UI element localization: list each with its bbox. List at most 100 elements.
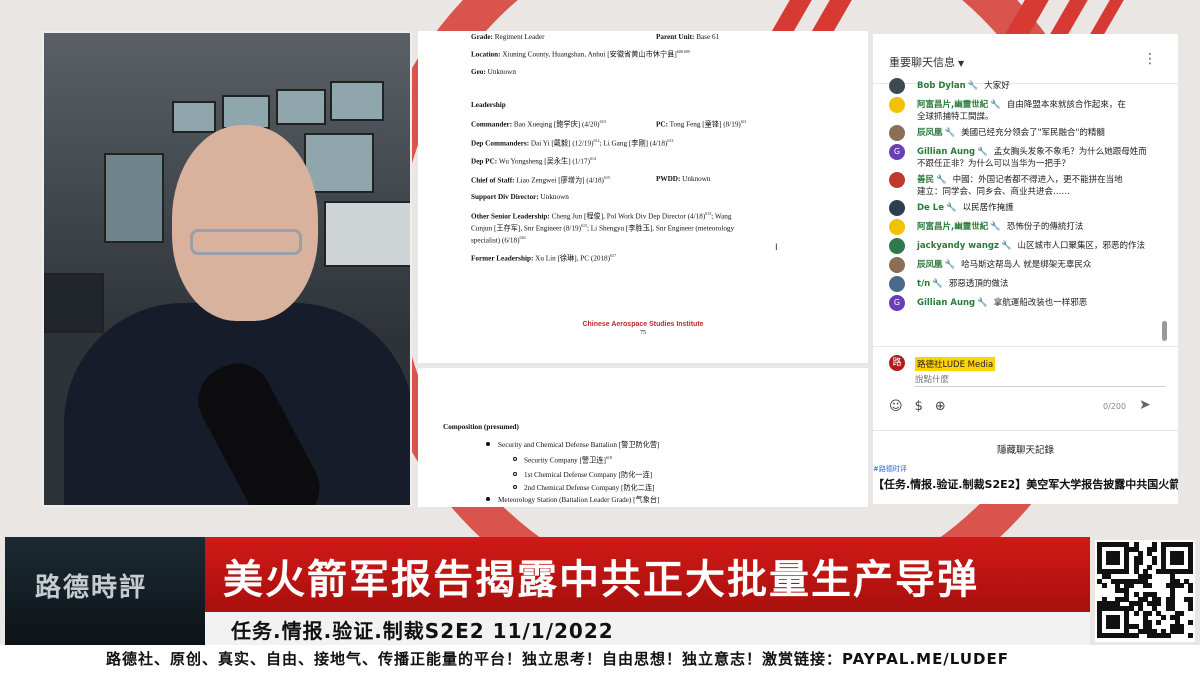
qr-module bbox=[1165, 633, 1171, 639]
doc-composition-item: Security Company [警卫连]618 bbox=[524, 455, 612, 465]
headline-text: 美火箭军报告揭露中共正大批量生产导弹 bbox=[223, 557, 979, 603]
more-options-icon[interactable]: ⋮ bbox=[1143, 51, 1157, 67]
chat-scrollbar[interactable] bbox=[1162, 321, 1167, 341]
chat-author-name[interactable]: 善民 bbox=[917, 174, 934, 186]
qr-module bbox=[1138, 560, 1144, 566]
chat-message-text: 孟女胸头发象不象毛？为什么她跟母姓而 bbox=[993, 147, 1147, 157]
monitor bbox=[324, 201, 410, 267]
ticker-text: 路德社、原创、真实、自由、接地气、传播正能量的平台！独立思考！自由思想！独立意志… bbox=[106, 650, 1009, 668]
doc-pwdd: PWDD: Unknown bbox=[656, 175, 711, 183]
send-icon[interactable]: ➤ bbox=[1139, 397, 1151, 413]
doc-other-senior-2: Cunjun [王存军], Snr Engineer (8/19)615; Li… bbox=[471, 223, 735, 233]
bullet-icon bbox=[486, 497, 490, 501]
super-chat-icon[interactable]: $ bbox=[915, 399, 923, 414]
hide-chat-button[interactable]: 隱藏聊天記錄 bbox=[873, 430, 1178, 470]
chat-author-name[interactable]: Bob Dylan bbox=[917, 80, 966, 92]
chat-message-text: 拿航運船改装也一样邪恶 bbox=[993, 298, 1088, 308]
avatar: 路 bbox=[889, 355, 905, 371]
qr-module bbox=[1179, 628, 1185, 634]
host-head bbox=[172, 125, 318, 321]
chat-author-name[interactable]: 阿富昌片,幽靈世紀 bbox=[917, 99, 988, 111]
moderator-wrench-icon: 🔧 bbox=[936, 175, 947, 185]
monitor bbox=[172, 101, 216, 133]
chat-message-text: 建立：同学会、同乡会、商业共进会…… bbox=[917, 187, 1071, 197]
avatar[interactable] bbox=[889, 200, 905, 216]
qr-module bbox=[1151, 560, 1157, 566]
document-page: Grade: Regiment Leader Parent Unit: Base… bbox=[418, 31, 868, 363]
qr-module bbox=[1179, 560, 1185, 566]
chat-message-text: 大家好 bbox=[984, 81, 1010, 91]
qr-module bbox=[1188, 606, 1194, 611]
doc-pc: PC: Tong Feng [童锋] (8/19)611 bbox=[656, 119, 747, 129]
chat-author-name[interactable]: 辰凤凰 bbox=[917, 259, 943, 271]
doc-commander: Commander: Bao Xueqing [鲍学庆] (4/20)610 bbox=[471, 119, 606, 129]
chat-author-name[interactable]: Gillian Aung bbox=[917, 297, 975, 309]
monitor bbox=[276, 89, 326, 125]
chat-message-text: 美國已经充分领会了"军民融合"的精髓 bbox=[961, 128, 1105, 138]
emoji-icon[interactable]: ☺ bbox=[889, 399, 903, 414]
background-band bbox=[1050, 0, 1088, 34]
bullet-icon bbox=[513, 457, 517, 461]
episode-title: 任务.情报.验证.制裁S2E2 11/1/2022 bbox=[231, 619, 614, 643]
avatar[interactable] bbox=[889, 97, 905, 113]
doc-other-senior-3: specialist) (6/18)616 bbox=[471, 235, 526, 245]
chat-author-name[interactable]: 辰凤凰 bbox=[917, 127, 943, 139]
doc-grade: Grade: Regiment Leader bbox=[471, 33, 545, 41]
moderator-wrench-icon: 🔧 bbox=[967, 81, 979, 91]
chat-message-text: 山区城市人口聚集区，邪恶的作法 bbox=[1017, 241, 1146, 251]
monitor bbox=[222, 95, 270, 129]
compose-author-name: 路德社LUDE Media bbox=[915, 357, 996, 371]
qr-module bbox=[1147, 564, 1153, 570]
doc-composition-item: 2nd Chemical Defense Company [防化二连] bbox=[524, 484, 655, 492]
compose-toolbar: ☺ $ ⊕ bbox=[889, 399, 958, 414]
avatar[interactable]: G bbox=[889, 144, 905, 160]
doc-location: Location: Xiuning County, Huangshan, Anh… bbox=[471, 49, 690, 59]
doc-composition-item: Security and Chemical Defense Battalion … bbox=[498, 441, 660, 449]
avatar[interactable]: G bbox=[889, 295, 905, 311]
chat-message-text: 全球抓捕特工間諜。 bbox=[917, 112, 994, 122]
doc-page-number: 75 bbox=[640, 330, 646, 336]
moderator-wrench-icon: 🔧 bbox=[990, 222, 1001, 232]
moderator-wrench-icon: 🔧 bbox=[945, 203, 957, 213]
avatar[interactable] bbox=[889, 172, 905, 188]
chat-author-name[interactable]: Gillian Aung bbox=[917, 146, 975, 158]
hashtag[interactable]: #路德时评 bbox=[873, 464, 907, 474]
chat-author-name[interactable]: 阿富昌片,幽靈世紀 bbox=[917, 221, 988, 233]
doc-composition-item: Meteorology Station (Battalion Leader Gr… bbox=[498, 496, 660, 504]
qr-module bbox=[1101, 583, 1107, 589]
add-icon[interactable]: ⊕ bbox=[935, 399, 946, 414]
moderator-wrench-icon: 🔧 bbox=[977, 298, 988, 308]
qr-module bbox=[1188, 587, 1194, 593]
avatar[interactable] bbox=[889, 276, 905, 292]
avatar[interactable] bbox=[889, 238, 905, 254]
headline-bar: 美火箭军报告揭露中共正大批量生产导弹 bbox=[205, 537, 1090, 612]
chat-message-input[interactable] bbox=[915, 373, 1165, 387]
episode-bar: 任务.情报.验证.制裁S2E2 11/1/2022 bbox=[205, 612, 1090, 645]
avatar[interactable] bbox=[889, 78, 905, 94]
avatar[interactable] bbox=[889, 125, 905, 141]
qr-module bbox=[1147, 574, 1153, 579]
chat-author-name[interactable]: De Le bbox=[917, 202, 944, 214]
avatar[interactable] bbox=[889, 219, 905, 235]
qr-module bbox=[1179, 610, 1185, 616]
moderator-wrench-icon: 🔧 bbox=[977, 147, 988, 157]
qr-module bbox=[1179, 583, 1185, 589]
doc-other-senior-1: Other Senior Leadership: Cheng Jun [程俊],… bbox=[471, 211, 732, 221]
avatar[interactable] bbox=[889, 257, 905, 273]
chat-author-name[interactable]: jackyandy wangz bbox=[917, 240, 999, 252]
chevron-down-icon: ▼ bbox=[958, 59, 965, 68]
doc-former-leadership: Former Leadership: Xu Lin [徐琳], PC (2018… bbox=[471, 253, 617, 263]
monitor bbox=[44, 273, 104, 333]
qr-module bbox=[1133, 633, 1139, 639]
bullet-icon bbox=[486, 442, 490, 446]
qr-module bbox=[1156, 619, 1162, 625]
chat-mode-selector[interactable]: 重要聊天信息 ▼ bbox=[889, 54, 964, 70]
chat-message-text: 恐怖份子的傳統打法 bbox=[1006, 222, 1084, 232]
chat-message-text: 哈马斯这帮岛人 就是绑架无辜民众 bbox=[961, 260, 1092, 270]
moderator-wrench-icon: 🔧 bbox=[990, 100, 1001, 110]
qr-module bbox=[1188, 633, 1194, 639]
chat-author-name[interactable]: t/n bbox=[917, 278, 930, 290]
monitor bbox=[304, 133, 374, 193]
chat-message-text: 自由降盟本來就該合作起來，在 bbox=[1006, 100, 1126, 110]
doc-composition-item: 1st Chemical Defense Company [防化一连] bbox=[524, 471, 653, 479]
